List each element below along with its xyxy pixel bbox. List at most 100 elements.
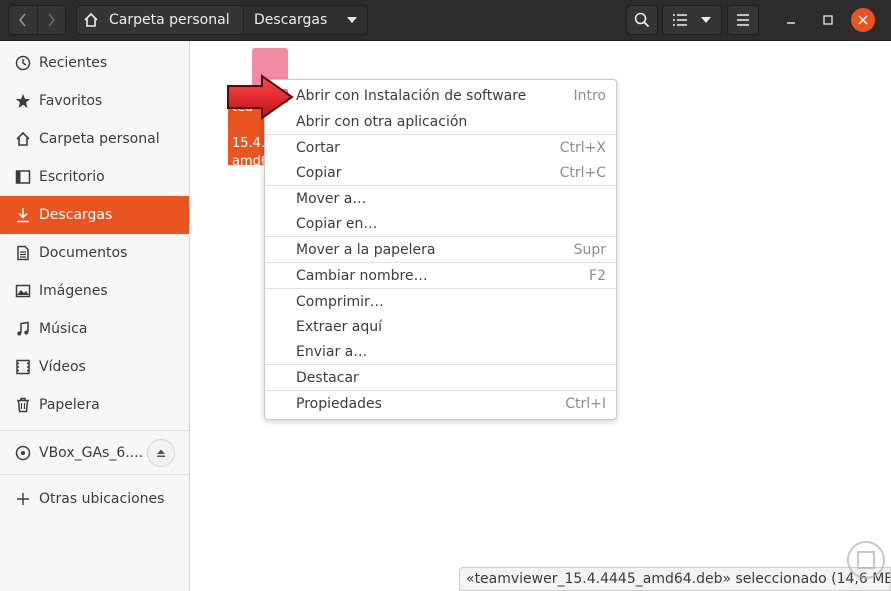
- trash-icon: [14, 396, 32, 414]
- sidebar-item-videos[interactable]: Vídeos: [0, 348, 189, 386]
- menu-item-copy[interactable]: Copiar Ctrl+C: [265, 160, 616, 185]
- menu-item-label: Mover a la papelera: [296, 241, 436, 258]
- menu-item-accel: Intro: [573, 87, 606, 104]
- video-icon: [14, 358, 32, 376]
- menu-item-properties[interactable]: Propiedades Ctrl+I: [265, 391, 616, 416]
- status-text: «teamviewer_15.4.4445_amd64.deb» selecci…: [466, 571, 891, 587]
- sidebar-item-musica[interactable]: Música: [0, 310, 189, 348]
- disc-icon: [14, 444, 32, 462]
- eject-icon: [157, 449, 165, 457]
- image-icon: [14, 282, 32, 300]
- maximize-icon: [823, 15, 833, 25]
- download-icon: [14, 206, 32, 224]
- sidebar-item-label: Favoritos: [39, 93, 103, 109]
- sidebar-item-descargas[interactable]: Descargas: [0, 196, 189, 234]
- eject-button[interactable]: [147, 439, 175, 467]
- menu-item-accel: Ctrl+X: [559, 139, 606, 156]
- search-button[interactable]: [626, 5, 658, 35]
- sidebar-item-label: Vídeos: [39, 359, 86, 375]
- sidebar-item-otras-ubicaciones[interactable]: Otras ubicaciones: [0, 480, 189, 518]
- sidebar-item-documentos[interactable]: Documentos: [0, 234, 189, 272]
- forward-button[interactable]: [36, 6, 65, 34]
- menu-item-open-with-other[interactable]: Abrir con otra aplicación: [265, 109, 616, 134]
- red-arrow-icon: [227, 74, 294, 120]
- menu-item-rename[interactable]: Cambiar nombre… F2: [265, 263, 616, 288]
- menu-item-label: Copiar: [296, 164, 342, 181]
- sidebar-item-escritorio[interactable]: Escritorio: [0, 158, 189, 196]
- document-icon: [14, 244, 32, 262]
- sidebar-item-label: Recientes: [39, 55, 108, 71]
- menu-item-move-to[interactable]: Mover a…: [265, 186, 616, 211]
- menu-item-label: Abrir con otra aplicación: [296, 113, 468, 130]
- sidebar-item-favoritos[interactable]: Favoritos: [0, 82, 189, 120]
- caret-down-icon: [347, 17, 357, 23]
- menu-item-accel: Ctrl+C: [559, 164, 606, 181]
- sidebar-item-recientes[interactable]: Recientes: [0, 44, 189, 82]
- menu-item-label: Enviar a…: [296, 343, 368, 360]
- sidebar-item-label: Música: [39, 321, 88, 337]
- menu-item-label: Mover a…: [296, 190, 367, 207]
- back-button[interactable]: [9, 6, 37, 34]
- breadcrumb-home[interactable]: Carpeta personal: [76, 5, 244, 35]
- menu-item-label: Propiedades: [296, 395, 382, 412]
- menu-item-compress[interactable]: Comprimir…: [265, 289, 616, 314]
- plus-icon: [14, 490, 32, 508]
- menu-item-open-with-software[interactable]: Abrir con Instalación de software Intro: [265, 83, 616, 108]
- menu-item-label: Copiar en…: [296, 215, 378, 232]
- sidebar-divider: [0, 474, 189, 475]
- close-button[interactable]: [851, 8, 875, 32]
- menu-item-accel: Ctrl+I: [565, 395, 606, 412]
- minimize-icon: [787, 22, 795, 24]
- sidebar-item-label: Escritorio: [39, 169, 105, 185]
- desktop-icon: [14, 168, 32, 186]
- star-icon: [14, 92, 32, 110]
- chevron-left-icon: [19, 13, 26, 27]
- sidebar-item-label: Documentos: [39, 245, 128, 261]
- search-icon: [634, 12, 650, 28]
- hamburger-icon: [737, 14, 749, 26]
- breadcrumb-home-label: Carpeta personal: [109, 12, 230, 28]
- maximize-button[interactable]: [816, 8, 840, 32]
- header-bar: Carpeta personal Descargas: [0, 0, 891, 41]
- context-menu: Abrir con Instalación de software Intro …: [264, 79, 617, 420]
- sidebar-item-label: Papelera: [39, 397, 100, 413]
- menu-item-move-to-trash[interactable]: Mover a la papelera Supr: [265, 237, 616, 262]
- sidebar-item-carpeta-personal[interactable]: Carpeta personal: [0, 120, 189, 158]
- menu-item-extract-here[interactable]: Extraer aquí: [265, 314, 616, 339]
- caret-down-icon: [701, 17, 711, 23]
- menu-item-cut[interactable]: Cortar Ctrl+X: [265, 135, 616, 160]
- sidebar-divider: [0, 430, 189, 431]
- menu-item-accel: F2: [589, 267, 606, 284]
- menu-item-label: Comprimir…: [296, 293, 384, 310]
- minimize-button[interactable]: [779, 8, 803, 32]
- sidebar-item-papelera[interactable]: Papelera: [0, 386, 189, 424]
- menu-item-label: Extraer aquí: [296, 318, 383, 335]
- sidebar: Recientes Favoritos Carpeta personal Esc…: [0, 41, 190, 591]
- home-icon: [14, 130, 32, 148]
- sidebar-item-label: Otras ubicaciones: [39, 491, 165, 507]
- watermark-logo-icon: [847, 541, 885, 579]
- path-bar: Carpeta personal Descargas: [76, 5, 368, 35]
- menu-item-label: Cortar: [296, 139, 340, 156]
- breadcrumb-current[interactable]: Descargas: [244, 5, 368, 35]
- sidebar-item-vbox-drive[interactable]: VBox_GAs_6....: [0, 434, 189, 472]
- home-icon: [84, 12, 98, 27]
- menu-item-label: Abrir con Instalación de software: [296, 87, 527, 104]
- nav-buttons: [8, 5, 66, 35]
- menu-item-send-to[interactable]: Enviar a…: [265, 339, 616, 364]
- sidebar-item-imagenes[interactable]: Imágenes: [0, 272, 189, 310]
- sidebar-item-label: VBox_GAs_6....: [39, 445, 144, 461]
- menu-button[interactable]: [727, 5, 759, 35]
- breadcrumb-current-label: Descargas: [254, 12, 328, 28]
- status-bar: «teamviewer_15.4.4445_amd64.deb» selecci…: [459, 567, 891, 591]
- close-icon: [858, 15, 868, 25]
- sidebar-item-label: Descargas: [39, 207, 113, 223]
- music-icon: [14, 320, 32, 338]
- menu-item-label: Destacar: [296, 369, 359, 386]
- sidebar-item-label: Carpeta personal: [39, 131, 160, 147]
- menu-item-accel: Supr: [573, 241, 606, 258]
- menu-item-copy-to[interactable]: Copiar en…: [265, 211, 616, 236]
- view-options-button[interactable]: [662, 5, 722, 35]
- menu-item-star[interactable]: Destacar: [265, 365, 616, 390]
- clock-icon: [14, 54, 32, 72]
